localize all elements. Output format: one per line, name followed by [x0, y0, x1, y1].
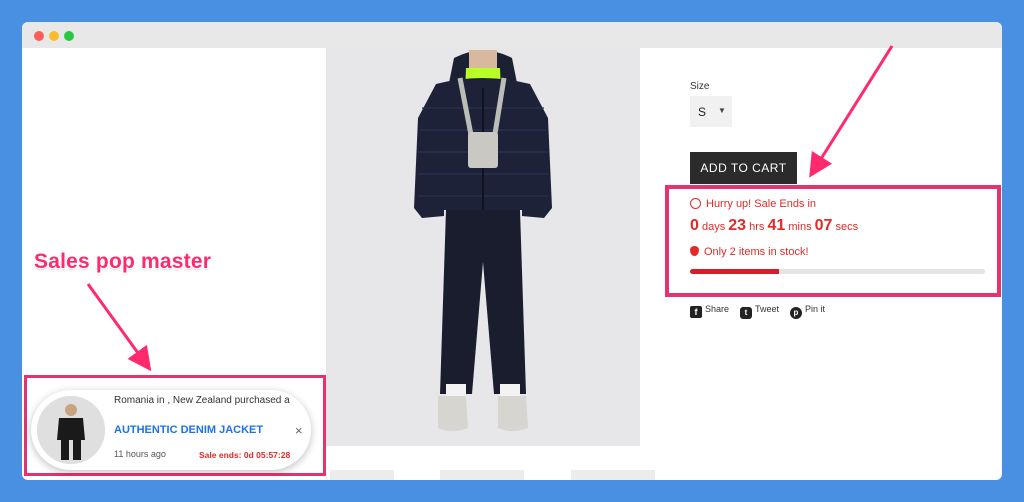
popup-time: 11 hours ago: [114, 449, 166, 459]
avatar: [37, 396, 105, 464]
arrow-to-sale-timer: [809, 45, 894, 178]
popup-product-image: [37, 396, 105, 464]
popup-purchase-text: Romania in , New Zealand purchased a: [114, 395, 290, 406]
popup-product-link[interactable]: AUTHENTIC DENIM JACKET: [114, 424, 263, 436]
arrow-to-popup: [86, 283, 152, 372]
close-icon[interactable]: ×: [295, 423, 303, 438]
popup-sale-ends: Sale ends: 0d 05:57:28: [199, 450, 291, 460]
